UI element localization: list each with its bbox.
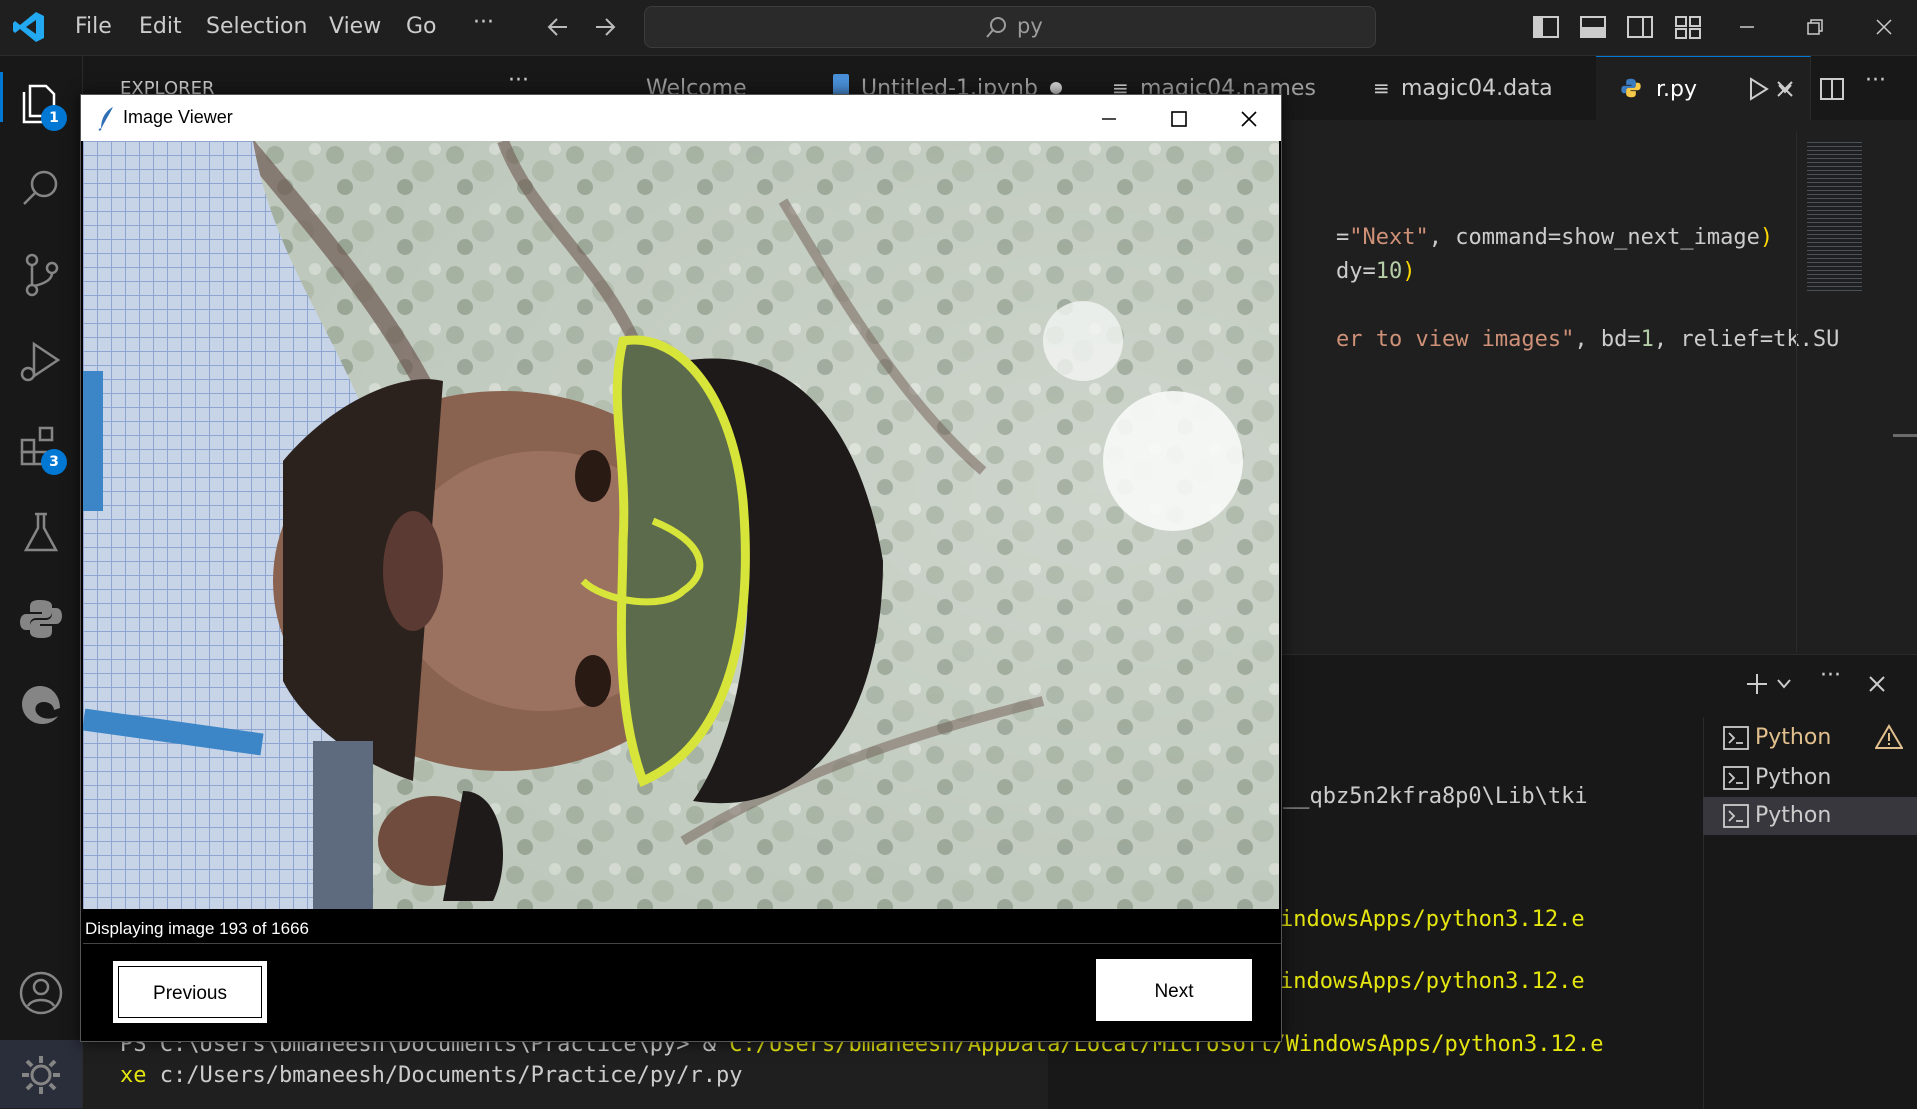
close-icon[interactable] (1237, 107, 1261, 131)
tab-magic04-data[interactable]: ≡ magic04.data (1353, 56, 1597, 120)
toggle-panel-icon[interactable] (1578, 12, 1608, 42)
search-activity[interactable] (16, 164, 66, 214)
terminal-script-path: c:/Users/bmaneesh/Documents/Practice/py/… (146, 1063, 743, 1088)
terminal-icon (1723, 726, 1749, 750)
close-window-icon[interactable] (1869, 12, 1899, 42)
code-number: 10 (1375, 259, 1403, 284)
source-control-icon (25, 253, 59, 297)
source-control-activity[interactable] (16, 250, 66, 300)
previous-button[interactable]: Previous (113, 961, 267, 1023)
customize-layout-icon[interactable] (1673, 12, 1703, 42)
split-editor-icon[interactable] (1819, 76, 1845, 102)
terminal-python-path: xe (120, 1063, 147, 1088)
command-center-search[interactable]: py (644, 6, 1376, 48)
status-bar-label: Displaying image 193 of 1666 (83, 915, 1281, 944)
testing-activity[interactable] (16, 508, 66, 558)
restore-icon[interactable] (1800, 12, 1830, 42)
menu-view[interactable]: View (329, 14, 381, 39)
title-bar: File Edit Selection View Go ··· py (0, 0, 1917, 56)
edge-browser-icon (22, 686, 60, 724)
python-activity[interactable] (16, 594, 66, 644)
minimap-content (1807, 142, 1862, 292)
minimize-icon[interactable] (1732, 12, 1762, 42)
code-paren: ) (1402, 259, 1416, 284)
search-text: py (1017, 14, 1043, 38)
code-paren: ) (1759, 225, 1774, 250)
terminal-line: indowsApps/python3.12.e (1280, 969, 1585, 994)
menu-edit[interactable]: Edit (139, 14, 182, 39)
explorer-more-button[interactable]: ··· (508, 68, 529, 93)
image-viewer-title: Image Viewer (123, 107, 233, 127)
active-indicator (0, 72, 3, 122)
run-debug-activity[interactable] (16, 336, 66, 386)
menu-file[interactable]: File (75, 14, 112, 39)
extensions-activity[interactable]: 3 (16, 422, 67, 475)
terminal-command-line-cont: xe c:/Users/bmaneesh/Documents/Practice/… (120, 1063, 743, 1088)
flask-icon (23, 512, 59, 552)
editor-more-button[interactable]: ··· (1865, 68, 1886, 93)
new-terminal-icon[interactable] (1744, 671, 1770, 697)
search-icon (986, 17, 1006, 38)
python-file-icon (1621, 78, 1641, 98)
menu-selection[interactable]: Selection (206, 14, 307, 39)
terminal-icon (1723, 804, 1749, 828)
warning-icon (1875, 724, 1903, 749)
account-icon (19, 971, 63, 1015)
next-button[interactable]: Next (1096, 959, 1252, 1021)
extensions-badge: 3 (41, 449, 67, 475)
terminal-instance-label: Python (1755, 765, 1832, 790)
minimap[interactable] (1796, 132, 1877, 652)
panel-more-button[interactable]: ··· (1820, 663, 1841, 688)
menu-more[interactable]: ··· (473, 10, 494, 35)
terminal-line: indowsApps/python3.12.e (1280, 907, 1585, 932)
selfie-photo (83, 141, 1279, 909)
forward-arrow-icon[interactable] (592, 14, 618, 40)
code-number: 1 (1640, 327, 1654, 352)
scrollbar-thumb[interactable] (1893, 434, 1917, 437)
activity-bar: 1 3 (0, 56, 83, 1108)
maximize-icon[interactable] (1167, 107, 1191, 131)
python-icon (20, 600, 62, 638)
terminal-instance-label: Python (1755, 725, 1832, 750)
feather-icon (98, 107, 113, 131)
terminal-instance-1[interactable]: Python (1703, 720, 1917, 758)
code-line-2: dy=10) (1283, 234, 1416, 309)
displayed-image (83, 141, 1279, 909)
run-debug-icon (20, 341, 61, 382)
text-file-icon: ≡ (1373, 76, 1390, 100)
image-viewer-titlebar[interactable]: Image Viewer (81, 95, 1281, 141)
terminal-instance-label: Python (1755, 803, 1832, 828)
terminal-icon (1723, 766, 1749, 790)
code-token: , command=show_next_image (1428, 225, 1760, 250)
tab-label: r.py (1656, 77, 1698, 102)
edge-activity[interactable] (16, 680, 66, 730)
manage-activity[interactable] (0, 1040, 82, 1108)
code-token: , bd= (1574, 327, 1641, 352)
search-icon (23, 170, 58, 205)
explorer-activity[interactable]: 1 (16, 78, 67, 131)
unsaved-dot-icon (1050, 82, 1062, 94)
toggle-secondary-sidebar-icon[interactable] (1625, 12, 1655, 42)
image-viewer-window: Image Viewer Displaying image 193 of 166… (80, 94, 1282, 1042)
notebook-icon (833, 74, 849, 96)
tab-label: magic04.data (1401, 76, 1553, 101)
minimize-icon[interactable] (1097, 107, 1121, 131)
code-line-3: er to view images", bd=1, relief=tk.SU (1283, 302, 1873, 377)
menu-go[interactable]: Go (406, 14, 437, 39)
toggle-sidebar-icon[interactable] (1531, 12, 1561, 42)
code-token: dy= (1335, 259, 1376, 284)
gear-icon (22, 1056, 60, 1094)
accounts-activity[interactable] (16, 968, 66, 1018)
chevron-down-icon[interactable] (1777, 82, 1793, 96)
run-python-file-icon[interactable] (1745, 76, 1771, 102)
explorer-badge: 1 (41, 105, 67, 131)
vscode-logo-icon (13, 12, 44, 42)
back-arrow-icon[interactable] (545, 14, 571, 40)
chevron-down-icon[interactable] (1776, 677, 1792, 691)
terminal-instance-3[interactable]: Python (1703, 797, 1917, 835)
close-panel-icon[interactable] (1866, 673, 1888, 695)
terminal-line: __qbz5n2kfra8p0\Lib\tki (1283, 784, 1588, 809)
code-string: er to view images" (1335, 327, 1575, 352)
terminal-instance-2[interactable]: Python (1703, 759, 1917, 797)
